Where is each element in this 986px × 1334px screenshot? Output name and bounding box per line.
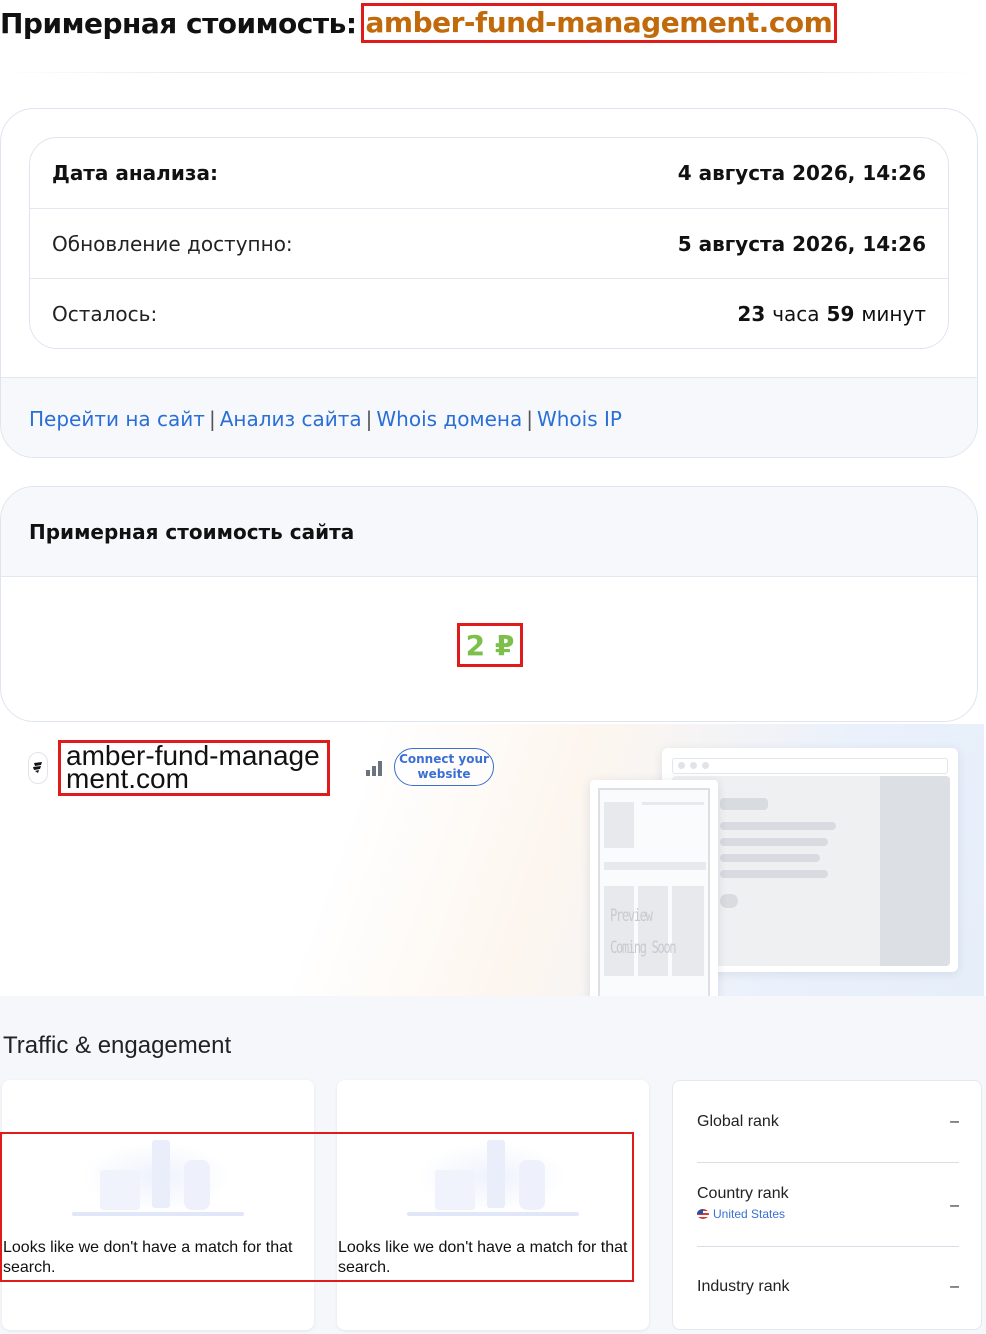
link-separator: | xyxy=(365,406,373,431)
mockup-dot xyxy=(678,762,685,769)
link-separator: | xyxy=(208,406,216,431)
traffic-empty-card: Looks like we don't have a match for tha… xyxy=(337,1080,649,1330)
mockup-button xyxy=(720,894,738,908)
preview-coming-soon-text: Preview Coming Soon xyxy=(610,900,677,964)
mockup-block xyxy=(642,802,704,805)
rank-card: Global rank – Country rank – United Stat… xyxy=(672,1080,982,1330)
whois-ip-link[interactable]: Whois IP xyxy=(537,407,622,431)
illustration-shape xyxy=(435,1170,475,1210)
update-available-value: 5 августа 2026, 14:26 xyxy=(677,231,926,256)
remaining-hours-unit: часа xyxy=(772,301,820,326)
remaining-minutes: 59 xyxy=(826,301,855,326)
mockup-line xyxy=(720,870,828,878)
illustration-shape xyxy=(184,1160,210,1210)
valuation-heading: Примерная стоимость сайта xyxy=(1,487,977,577)
bar-chart-icon-bar xyxy=(372,766,376,776)
page-title-prefix: Примерная стоимость: xyxy=(0,6,357,40)
country-rank-value: – xyxy=(950,1197,959,1214)
bar-chart-icon xyxy=(364,760,384,776)
similarweb-domain: amber-fund-management.com xyxy=(58,740,330,796)
update-available-label: Обновление доступно: xyxy=(52,231,293,256)
industry-rank-row: Industry rank – xyxy=(697,1278,959,1308)
site-analysis-link[interactable]: Анализ сайта xyxy=(220,407,362,431)
country-selector[interactable]: United States xyxy=(697,1207,959,1221)
analysis-card: Дата анализа: 4 августа 2026, 14:26 Обно… xyxy=(0,108,978,458)
country-name: United States xyxy=(713,1207,786,1221)
illustration-shape xyxy=(519,1160,545,1210)
traffic-title: Traffic & engagement xyxy=(3,1032,232,1059)
empty-state-message: Looks like we don't have a match for tha… xyxy=(338,1239,628,1276)
similarweb-logo-icon xyxy=(28,752,48,784)
connect-website-button[interactable]: Connect your website xyxy=(394,748,494,786)
mockup-browser-bar xyxy=(672,758,948,774)
preview-line1: Preview xyxy=(610,906,653,926)
title-divider xyxy=(0,72,980,73)
analysis-date-value: 4 августа 2026, 14:26 xyxy=(677,161,926,185)
time-remaining-row: Осталось: 23 часа 59 минут xyxy=(30,278,948,348)
mobile-preview-mockup: Preview Coming Soon xyxy=(590,780,718,1020)
remaining-minutes-unit: минут xyxy=(861,301,926,326)
industry-rank-value: – xyxy=(950,1278,959,1295)
mockup-line xyxy=(720,838,828,846)
bar-chart-icon-bar xyxy=(366,770,370,776)
visit-site-link[interactable]: Перейти на сайт xyxy=(29,407,205,431)
time-remaining-value: 23 часа 59 минут xyxy=(737,302,926,326)
remaining-hours: 23 xyxy=(737,301,766,326)
empty-state-illustration xyxy=(72,1136,244,1216)
mockup-block xyxy=(604,862,706,870)
page-title-domain: amber-fund-management.com xyxy=(360,3,838,43)
illustration-base xyxy=(407,1212,579,1216)
illustration-shape xyxy=(152,1140,170,1208)
us-flag-icon xyxy=(697,1209,709,1219)
analysis-date-label: Дата анализа: xyxy=(52,161,218,185)
mockup-block xyxy=(604,802,634,848)
global-rank-label: Global rank xyxy=(697,1113,779,1130)
traffic-empty-card: Looks like we don't have a match for tha… xyxy=(2,1080,314,1330)
illustration-base xyxy=(72,1212,244,1216)
mobile-mockup-screen: Preview Coming Soon xyxy=(598,788,710,1012)
empty-state-illustration xyxy=(407,1136,579,1216)
illustration-shape xyxy=(100,1170,140,1210)
site-links-bar: Перейти на сайт | Анализ сайта | Whois д… xyxy=(1,377,977,457)
industry-rank-label: Industry rank xyxy=(697,1278,790,1295)
mockup-dot xyxy=(702,762,709,769)
analysis-table: Дата анализа: 4 августа 2026, 14:26 Обно… xyxy=(29,137,949,349)
global-rank-value: – xyxy=(950,1113,959,1130)
mockup-sidebar xyxy=(880,776,950,966)
global-rank-row: Global rank – xyxy=(697,1113,959,1163)
mockup-block xyxy=(672,886,704,976)
similarweb-logo-icon-glyph xyxy=(33,762,42,773)
site-price: 2 ₽ xyxy=(457,623,523,667)
page-title: Примерная стоимость: amber-fund-manageme… xyxy=(0,2,838,44)
mockup-dot xyxy=(690,762,697,769)
country-rank-label: Country rank xyxy=(697,1185,789,1202)
empty-state-message: Looks like we don't have a match for tha… xyxy=(3,1239,293,1276)
preview-line2: Coming Soon xyxy=(610,938,677,958)
mockup-line xyxy=(720,854,820,862)
time-remaining-label: Осталось: xyxy=(52,301,158,326)
valuation-card: Примерная стоимость сайта 2 ₽ xyxy=(0,486,978,722)
bar-chart-icon-bar xyxy=(378,761,382,776)
country-rank-row: Country rank – United States xyxy=(697,1185,959,1247)
whois-domain-link[interactable]: Whois домена xyxy=(376,407,522,431)
update-available-row: Обновление доступно: 5 августа 2026, 14:… xyxy=(30,208,948,278)
mockup-line xyxy=(720,798,768,810)
analysis-date-row: Дата анализа: 4 августа 2026, 14:26 xyxy=(30,138,948,208)
link-separator: | xyxy=(526,406,533,431)
illustration-shape xyxy=(487,1140,505,1208)
mockup-line xyxy=(720,822,836,830)
